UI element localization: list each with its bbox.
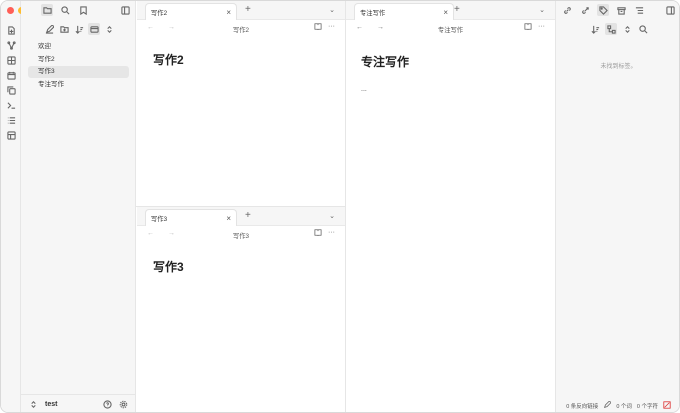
file-item-welcome[interactable]: 欢迎 — [28, 41, 129, 53]
file-explorer-sidebar: 欢迎 写作2 写作3 专注写作 test — [21, 1, 136, 412]
search-icon[interactable] — [59, 4, 71, 16]
char-count: 0 个字符 — [636, 404, 658, 410]
file-item-focus-writing[interactable]: 专注写作 — [28, 79, 129, 91]
tab-label: 专注写作 — [360, 9, 386, 17]
tab-bar: 专注写作 × + ⌄ — [346, 1, 555, 20]
new-tab-icon[interactable]: + — [245, 211, 251, 221]
tags-toolbar — [589, 23, 649, 35]
view-actions: ··· — [314, 229, 335, 238]
tab-writing3[interactable]: 写作3 × — [145, 209, 237, 226]
doc-title[interactable]: 写作3 — [153, 258, 184, 275]
tab-focus-writing[interactable]: 专注写作 × — [354, 3, 454, 20]
right-sidebar-toggle-icon[interactable] — [664, 4, 676, 16]
editor-pane-bottom-left: 写作3 × + ⌄ ← → 写作3 ··· 写作3 — [137, 207, 345, 412]
tab-label: 写作3 — [151, 215, 168, 223]
new-tab-icon[interactable]: + — [245, 5, 251, 15]
graph-icon[interactable] — [6, 40, 16, 50]
close-tab-icon[interactable]: × — [443, 8, 448, 17]
file-plus-icon[interactable] — [6, 25, 16, 35]
more-options-icon[interactable]: ··· — [538, 23, 545, 32]
template-icon[interactable] — [6, 130, 16, 140]
obsidian-window: 欢迎 写作2 写作3 专注写作 test 写作2 × + ⌄ ← → 写作2 ·… — [0, 0, 680, 413]
reading-view-icon[interactable] — [524, 23, 532, 32]
copy-icon[interactable] — [6, 85, 16, 95]
view-actions: ··· — [314, 23, 335, 32]
edit-pencil-icon[interactable] — [603, 400, 612, 411]
canvas-icon[interactable] — [6, 55, 16, 65]
new-folder-icon[interactable] — [58, 23, 70, 35]
file-item-writing3[interactable]: 写作3 — [28, 66, 129, 78]
expand-collapse-icon[interactable] — [103, 23, 115, 35]
view-header: ← → 写作2 ··· — [137, 20, 345, 36]
doc-title[interactable]: 专注写作 — [361, 53, 409, 70]
sort-icon[interactable] — [589, 23, 601, 35]
doc-body[interactable]: ... — [361, 86, 367, 93]
editor-pane-top-left: 写作2 × + ⌄ ← → 写作2 ··· 写作2 — [137, 1, 345, 206]
calendar-icon[interactable] — [6, 70, 16, 80]
file-tree: 欢迎 写作2 写作3 专注写作 — [28, 41, 129, 91]
help-icon[interactable] — [101, 399, 113, 411]
outgoing-links-icon[interactable] — [579, 4, 591, 16]
file-item-writing2[interactable]: 写作2 — [28, 54, 129, 66]
vault-switch-chevron-icon[interactable] — [27, 399, 39, 411]
folder-icon[interactable] — [41, 4, 53, 16]
reading-view-icon[interactable] — [314, 23, 322, 32]
left-ribbon — [1, 1, 36, 412]
editor-pane-right: 专注写作 × + ⌄ ← → 专注写作 ··· 专注写作 ... — [346, 1, 555, 412]
view-header: ← → 写作3 ··· — [137, 226, 345, 242]
close-tab-icon[interactable]: × — [226, 8, 231, 17]
more-options-icon[interactable]: ··· — [328, 229, 335, 238]
bookmark-icon[interactable] — [77, 4, 89, 16]
search-icon[interactable] — [637, 23, 649, 35]
close-window-button[interactable] — [7, 7, 14, 14]
tab-writing2[interactable]: 写作2 × — [145, 3, 237, 20]
view-header: ← → 专注写作 ··· — [346, 20, 555, 36]
tab-list-chevron-icon[interactable]: ⌄ — [329, 212, 335, 220]
tab-list-chevron-icon[interactable]: ⌄ — [539, 6, 545, 14]
expand-collapse-icon[interactable] — [621, 23, 633, 35]
tab-list-chevron-icon[interactable]: ⌄ — [329, 6, 335, 14]
vault-switcher-bar: test — [21, 394, 135, 412]
sidebar-top-bar — [41, 3, 135, 17]
new-tab-icon[interactable]: + — [454, 5, 460, 15]
close-tab-icon[interactable]: × — [226, 214, 231, 223]
settings-gear-icon[interactable] — [117, 399, 129, 411]
archive-icon[interactable] — [615, 4, 627, 16]
right-sidebar: 未找到标签。 — [555, 1, 679, 412]
no-tags-message: 未找到标签。 — [600, 64, 637, 70]
list-icon[interactable] — [6, 115, 16, 125]
tab-bar: 写作3 × + ⌄ — [137, 207, 345, 226]
nested-tags-icon[interactable] — [605, 23, 617, 35]
sort-icon[interactable] — [73, 23, 85, 35]
vault-name[interactable]: test — [45, 401, 101, 408]
terminal-icon[interactable] — [6, 100, 16, 110]
backlinks-count[interactable]: 0 条反向链接 — [566, 402, 598, 410]
doc-title[interactable]: 写作2 — [153, 51, 184, 68]
tab-bar: 写作2 × + ⌄ — [137, 1, 345, 20]
reading-view-icon[interactable] — [314, 229, 322, 238]
collapse-all-icon[interactable] — [88, 23, 100, 35]
new-note-icon[interactable] — [43, 23, 55, 35]
status-bar: 0 条反向链接 0 个词 0 个字符 — [555, 400, 679, 412]
tab-label: 写作2 — [151, 9, 168, 17]
sync-status-icon[interactable] — [663, 401, 671, 411]
file-explorer-toolbar — [43, 23, 115, 35]
view-actions: ··· — [524, 23, 545, 32]
sidebar-toggle-icon[interactable] — [119, 4, 131, 16]
backlinks-icon[interactable] — [561, 4, 573, 16]
outline-icon[interactable] — [633, 4, 645, 16]
word-count: 0 个词 — [616, 404, 632, 410]
tags-icon[interactable] — [597, 4, 609, 16]
right-sidebar-tabs — [561, 4, 676, 16]
more-options-icon[interactable]: ··· — [328, 23, 335, 32]
